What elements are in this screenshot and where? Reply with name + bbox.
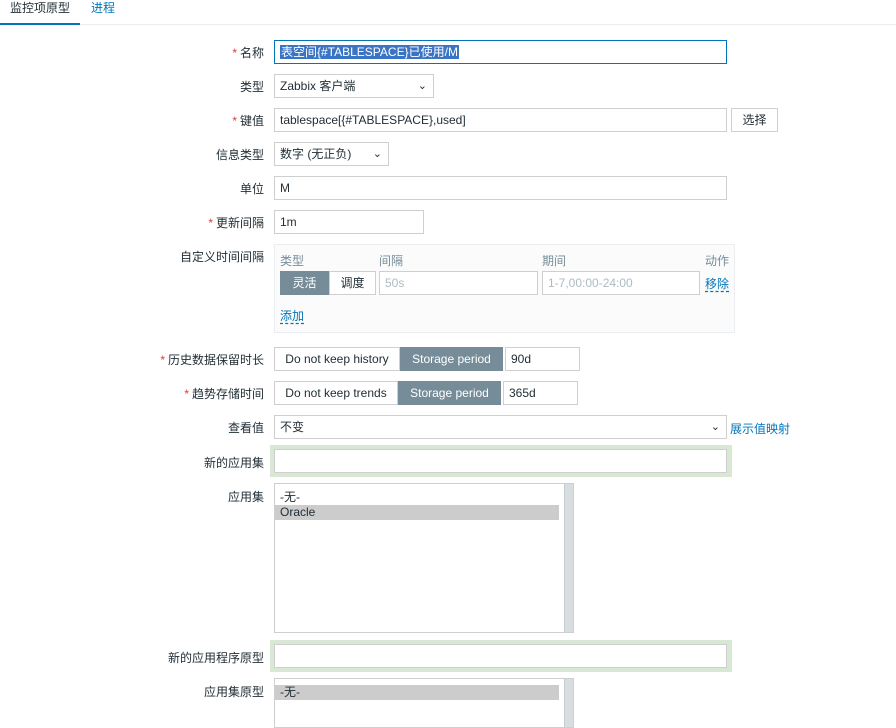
app-prototypes-label: 应用集原型 bbox=[203, 685, 264, 699]
list-item[interactable]: Oracle bbox=[275, 505, 559, 520]
tab-preprocessing[interactable]: 进程 bbox=[81, 0, 125, 25]
custom-intervals-table: 类型 间隔 期间 动作 灵活 调度 50s 1-7,00:00-24:00 移除… bbox=[274, 244, 735, 333]
applications-label: 应用集 bbox=[227, 490, 264, 504]
trends-do-not-keep-toggle[interactable]: Do not keep trends bbox=[274, 381, 398, 405]
required-mark: * bbox=[160, 353, 165, 367]
update-interval-label: * 更新间隔 bbox=[208, 216, 264, 230]
col-header-type: 类型 bbox=[280, 254, 305, 268]
flexible-toggle[interactable]: 灵活 bbox=[280, 271, 329, 295]
name-label: * 名称 bbox=[232, 46, 264, 60]
new-app-prototype-input[interactable] bbox=[274, 644, 727, 668]
show-valuemap-link[interactable]: 展示值映射 bbox=[730, 420, 790, 437]
required-mark: * bbox=[232, 114, 237, 128]
app-prototypes-listbox[interactable]: -无- bbox=[274, 678, 574, 728]
history-label: * 历史数据保留时长 bbox=[160, 353, 264, 367]
required-mark: * bbox=[232, 46, 237, 60]
list-item[interactable]: -无- bbox=[275, 685, 559, 700]
tab-item-prototype[interactable]: 监控项原型 bbox=[0, 0, 81, 25]
required-mark: * bbox=[208, 216, 213, 230]
info-type-select[interactable]: 数字 (无正负) ⌄ bbox=[274, 142, 389, 166]
new-application-input[interactable] bbox=[274, 449, 727, 473]
custom-intervals-label: 自定义时间间隔 bbox=[179, 250, 264, 264]
scrollbar[interactable] bbox=[564, 679, 573, 727]
scheduling-toggle[interactable]: 调度 bbox=[329, 271, 376, 295]
key-label: * 键值 bbox=[232, 114, 264, 128]
type-value: Zabbix 客户端 bbox=[280, 79, 356, 93]
type-label: 类型 bbox=[239, 80, 264, 94]
new-app-prototype-label: 新的应用程序原型 bbox=[167, 651, 264, 665]
trends-storage-period-toggle[interactable]: Storage period bbox=[398, 381, 501, 405]
applications-listbox[interactable]: -无- Oracle bbox=[274, 483, 574, 633]
interval-input[interactable]: 50s bbox=[379, 271, 538, 295]
info-type-label: 信息类型 bbox=[215, 148, 264, 162]
update-interval-input[interactable]: 1m bbox=[274, 210, 424, 234]
valuemap-label: 查看值 bbox=[227, 421, 264, 435]
chevron-down-icon: ⌄ bbox=[710, 421, 720, 433]
chevron-down-icon: ⌄ bbox=[372, 148, 382, 160]
new-application-label: 新的应用集 bbox=[203, 456, 264, 470]
col-header-period: 期间 bbox=[542, 254, 567, 268]
period-input[interactable]: 1-7,00:00-24:00 bbox=[542, 271, 700, 295]
history-do-not-keep-toggle[interactable]: Do not keep history bbox=[274, 347, 400, 371]
units-label: 单位 bbox=[239, 182, 264, 196]
trends-label: * 趋势存储时间 bbox=[184, 387, 264, 401]
valuemap-select[interactable]: 不变 ⌄ bbox=[274, 415, 727, 439]
info-type-value: 数字 (无正负) bbox=[280, 147, 352, 161]
tab-bar: 监控项原型 进程 bbox=[0, 0, 896, 25]
required-mark: * bbox=[184, 387, 189, 401]
trends-input[interactable]: 365d bbox=[503, 381, 578, 405]
chevron-down-icon: ⌄ bbox=[417, 80, 427, 92]
name-value: 表空间{#TABLESPACE}已使用/M bbox=[280, 45, 459, 59]
list-item[interactable]: -无- bbox=[275, 490, 559, 505]
col-header-interval: 间隔 bbox=[379, 254, 404, 268]
history-storage-period-toggle[interactable]: Storage period bbox=[400, 347, 503, 371]
add-link[interactable]: 添加 bbox=[280, 307, 304, 324]
valuemap-value: 不变 bbox=[280, 420, 305, 434]
history-input[interactable]: 90d bbox=[505, 347, 580, 371]
units-input[interactable]: M bbox=[274, 176, 727, 200]
name-input[interactable]: 表空间{#TABLESPACE}已使用/M bbox=[274, 40, 727, 64]
key-select-button[interactable]: 选择 bbox=[731, 108, 778, 132]
scrollbar[interactable] bbox=[564, 484, 573, 632]
key-input[interactable]: tablespace[{#TABLESPACE},used] bbox=[274, 108, 727, 132]
type-select[interactable]: Zabbix 客户端 ⌄ bbox=[274, 74, 434, 98]
col-header-action: 动作 bbox=[705, 254, 730, 268]
remove-link[interactable]: 移除 bbox=[705, 275, 729, 292]
